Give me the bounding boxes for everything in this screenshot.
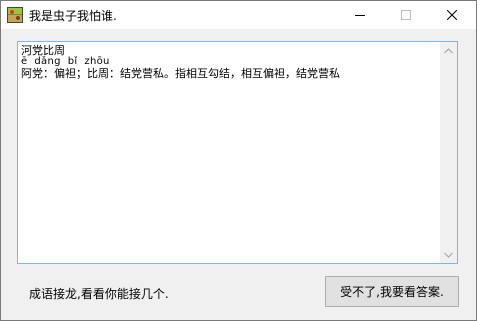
- scroll-down-arrow-icon: [444, 252, 453, 258]
- show-answer-button[interactable]: 受不了,我要看答案.: [325, 276, 459, 307]
- close-button[interactable]: [429, 1, 475, 29]
- hint-label: 成语接龙,看看你能接几个.: [29, 287, 169, 301]
- explanation-line: 阿党：偏袒；比周：结党营私。指相互勾结，相互偏袒，结党营私: [21, 67, 340, 80]
- main-window: 我是虫子我怕谁. 河党比周 ē dǎng bǐ zhōu 阿党：偏袒；比周：结党营私…: [0, 0, 477, 321]
- pinyin-line: ē dǎng bǐ zhōu: [21, 56, 110, 67]
- scroll-up-button[interactable]: [440, 42, 457, 59]
- title-bar[interactable]: 我是虫子我怕谁.: [1, 1, 476, 29]
- maximize-button[interactable]: [383, 1, 429, 29]
- text-content: 河党比周 ē dǎng bǐ zhōu 阿党：偏袒；比周：结党营私。指相互勾结，相互…: [21, 44, 436, 80]
- window-title: 我是虫子我怕谁.: [29, 9, 117, 23]
- maximize-icon: [401, 10, 411, 20]
- minimize-button[interactable]: [337, 1, 383, 29]
- scroll-up-arrow-icon: [444, 47, 453, 53]
- minimize-icon: [355, 15, 365, 16]
- scroll-down-button[interactable]: [440, 246, 457, 263]
- close-icon: [447, 10, 457, 20]
- idiom-text-area[interactable]: 河党比周 ē dǎng bǐ zhōu 阿党：偏袒；比周：结党营私。指相互勾结，相互…: [17, 41, 458, 264]
- app-icon[interactable]: [7, 7, 23, 23]
- vertical-scrollbar[interactable]: [440, 42, 457, 263]
